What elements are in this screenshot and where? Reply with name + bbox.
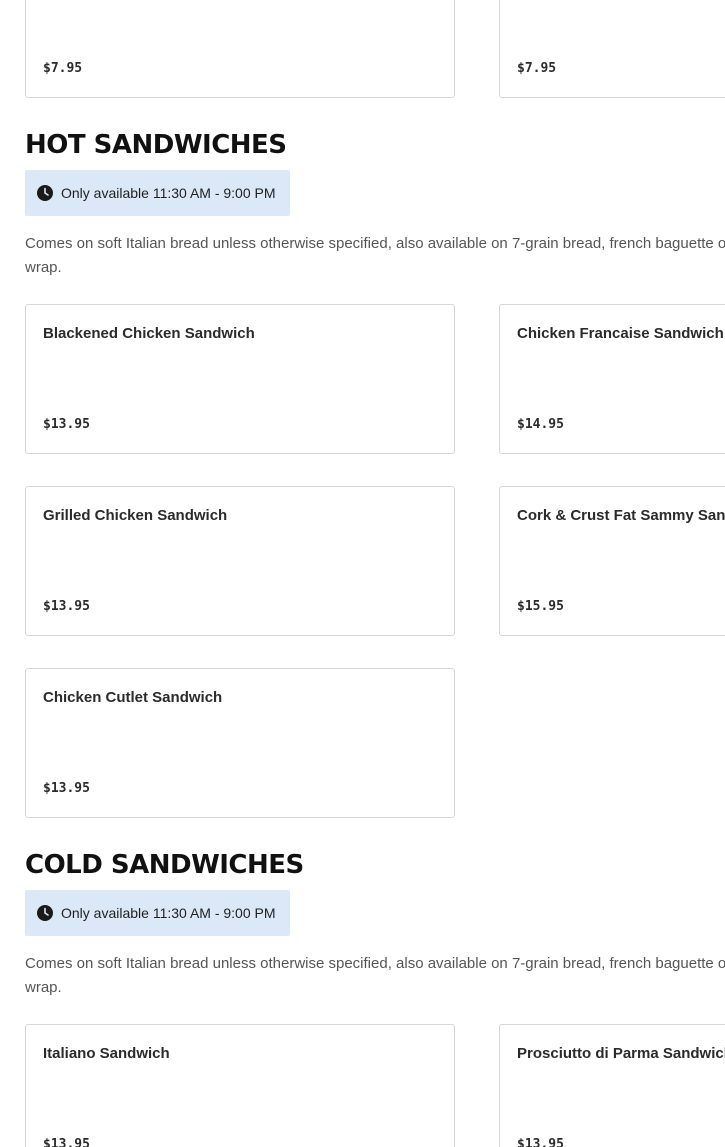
item-price: $13.95 — [43, 1137, 90, 1147]
availability-text: Only available 11:30 AM - 9:00 PM — [61, 185, 276, 201]
item-name: Cork & Crust Fat Sammy Sandwich — [517, 507, 725, 524]
section-description: Comes on soft Italian bread unless other… — [25, 235, 725, 276]
menu-item-card[interactable]: Italiano Sandwich $13.95 — [25, 1024, 455, 1147]
item-price: $13.95 — [517, 1137, 564, 1147]
menu-item-card[interactable]: Prosciutto di Parma Sandwich $13.95 — [499, 1024, 725, 1147]
item-name: Italiano Sandwich — [43, 1045, 170, 1062]
menu-item-card[interactable]: Chicken Cutlet Sandwich $13.95 — [25, 668, 455, 818]
menu-item-card[interactable]: Chicken Francaise Sandwich $14.95 — [499, 304, 725, 454]
section-title-cold-sandwiches: COLD SANDWICHES — [25, 850, 304, 880]
item-name: Chicken Cutlet Sandwich — [43, 689, 223, 706]
item-name: Blackened Chicken Sandwich — [43, 325, 255, 342]
availability-banner: Only available 11:30 AM - 9:00 PM — [25, 170, 290, 216]
menu-item-card[interactable]: $7.95 — [25, 0, 455, 98]
item-price: $13.95 — [43, 781, 90, 796]
item-price: $13.95 — [43, 599, 90, 614]
item-price: $13.95 — [43, 417, 90, 432]
item-name: Prosciutto di Parma Sandwich — [517, 1045, 725, 1062]
item-name: Chicken Francaise Sandwich — [517, 325, 724, 342]
item-price: $7.95 — [43, 61, 83, 76]
availability-text: Only available 11:30 AM - 9:00 PM — [61, 905, 276, 921]
clock-icon — [37, 185, 53, 201]
clock-icon — [37, 905, 53, 921]
item-price: $15.95 — [517, 599, 564, 614]
menu-item-card[interactable]: Cork & Crust Fat Sammy Sandwich $15.95 — [499, 486, 725, 636]
menu-item-card[interactable]: Blackened Chicken Sandwich $13.95 — [25, 304, 455, 454]
section-title-hot-sandwiches: HOT SANDWICHES — [25, 130, 287, 160]
item-name: Grilled Chicken Sandwich — [43, 507, 228, 524]
menu-page: $7.95 $7.95 HOT SANDWICHES Only availabl… — [0, 0, 725, 1147]
menu-item-card[interactable]: $7.95 — [499, 0, 725, 98]
item-price: $14.95 — [517, 417, 564, 432]
section-description: Comes on soft Italian bread unless other… — [25, 955, 725, 996]
menu-item-card[interactable]: Grilled Chicken Sandwich $13.95 — [25, 486, 455, 636]
item-price: $7.95 — [517, 61, 557, 76]
availability-banner: Only available 11:30 AM - 9:00 PM — [25, 890, 290, 936]
